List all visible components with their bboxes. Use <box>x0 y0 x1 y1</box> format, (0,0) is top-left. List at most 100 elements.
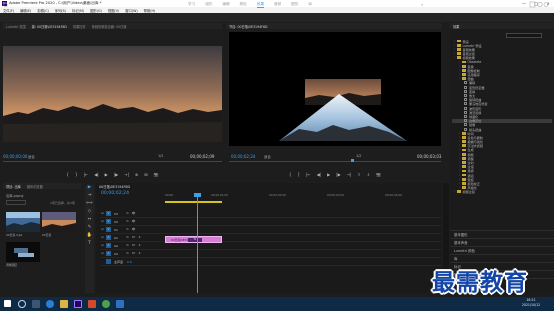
timeline-sequence-tab[interactable]: 00日落\0E3194F6D <box>99 184 130 189</box>
razor-tool[interactable]: ◇ <box>85 209 94 217</box>
project-item-thumbnail[interactable] <box>6 242 40 262</box>
workspace-tab[interactable]: 库 <box>308 2 312 7</box>
menu-window[interactable]: 窗口(W) <box>125 8 137 13</box>
source-timecode[interactable]: 00;00;00;00 <box>3 154 27 159</box>
type-tool[interactable]: T <box>85 241 94 249</box>
workspace-tab-active[interactable]: 效果 <box>256 2 264 8</box>
program-fit-select[interactable]: 适合 <box>264 154 271 159</box>
track-lock-icon[interactable]: ⊡ <box>100 219 105 224</box>
section-libraries[interactable]: 库 <box>450 254 554 262</box>
timeline-timecode[interactable]: 00;00;02;24 <box>101 191 129 196</box>
task-view-icon[interactable] <box>32 300 40 308</box>
project-item-thumbnail[interactable] <box>6 212 40 232</box>
workspace-tab[interactable]: 图形 <box>291 2 298 7</box>
hand-tool[interactable]: ✋ <box>85 233 94 241</box>
track-sync-icon[interactable]: ⇋ <box>125 251 130 256</box>
effects-folder[interactable]: › 视频过渡 <box>452 190 552 194</box>
mark-in-button[interactable]: { <box>289 172 292 177</box>
workspace-tab[interactable]: 学习 <box>188 2 195 7</box>
edge-browser-icon[interactable] <box>46 300 54 308</box>
timeline-playhead[interactable] <box>197 193 198 293</box>
track-target-toggle[interactable]: A <box>106 251 111 256</box>
overwrite-button[interactable]: ⊞ <box>144 172 147 177</box>
workspace-tab[interactable]: 组件 <box>205 2 212 7</box>
section-essential-sound[interactable]: 基本声音 <box>450 238 554 246</box>
track-lock-icon[interactable] <box>100 259 105 264</box>
step-back-button[interactable]: ◀| <box>317 172 321 177</box>
mark-out-button[interactable]: } <box>297 172 300 177</box>
timeline-track[interactable]: 主声道 0.0 <box>100 258 441 266</box>
lift-button[interactable]: ⇪ <box>357 172 360 177</box>
taskbar-clock[interactable]: 16:21 2021/10/12 <box>516 298 546 308</box>
project-item-thumbnail[interactable] <box>42 212 76 232</box>
workspace-tab[interactable]: 编辑 <box>222 2 229 7</box>
go-to-out-button[interactable]: →| <box>347 172 352 177</box>
menu-help[interactable]: 帮助(H) <box>144 8 156 13</box>
timeline-track[interactable]: ⊡ A A2 ⇋ M S <box>100 242 441 250</box>
premiere-pro-icon[interactable] <box>74 300 82 308</box>
track-target-toggle[interactable]: V <box>106 219 111 224</box>
app-icon[interactable] <box>116 300 124 308</box>
source-resolution-select[interactable]: 1/2 <box>158 154 163 158</box>
program-playhead-marker[interactable] <box>351 159 354 162</box>
section-essential-graphics[interactable]: 基本图形 <box>450 230 554 238</box>
track-solo-button[interactable]: S <box>137 243 142 248</box>
menu-graphics[interactable]: 图形(G) <box>90 8 102 13</box>
track-target-toggle[interactable]: A <box>106 235 111 240</box>
program-video-frame[interactable] <box>229 32 441 146</box>
track-lock-icon[interactable]: ⊡ <box>100 243 105 248</box>
track-mute-button[interactable]: M <box>131 235 136 240</box>
go-to-in-button[interactable]: |← <box>84 172 89 177</box>
step-forward-button[interactable]: |▶ <box>114 172 118 177</box>
step-back-button[interactable]: ◀| <box>94 172 98 177</box>
menu-view[interactable]: 视图(V) <box>108 8 119 13</box>
track-eye-icon[interactable]: 👁 <box>131 211 136 216</box>
track-sync-icon[interactable]: ⇋ <box>125 227 130 232</box>
menu-sequence[interactable]: 序列(S) <box>55 8 66 13</box>
windows-start-icon[interactable] <box>4 300 11 307</box>
tab-media-browser[interactable]: 媒体浏览器 <box>27 184 43 189</box>
tab-source[interactable]: 源: 00日落\0E3194F6D <box>32 24 67 29</box>
app-icon[interactable] <box>102 300 110 308</box>
file-explorer-icon[interactable] <box>60 300 68 308</box>
track-lock-icon[interactable]: ⊡ <box>100 227 105 232</box>
source-fit-select[interactable]: 适合 <box>28 154 35 159</box>
tab-audio-clip-mixer[interactable]: 音频剪辑混合器: 00日落 <box>92 24 127 29</box>
project-item[interactable]: 00日落 <box>42 212 76 237</box>
track-target-toggle[interactable]: V <box>106 211 111 216</box>
play-button[interactable]: ▶ <box>327 172 330 177</box>
play-button[interactable]: ▶ <box>105 172 108 177</box>
pen-tool[interactable]: ✎ <box>85 225 94 233</box>
program-time-ruler[interactable] <box>229 159 441 165</box>
master-volume-value[interactable]: 0.0 <box>127 260 136 264</box>
tab-program[interactable]: 节目: 00日落\0E3194F6D <box>229 24 267 29</box>
search-icon[interactable] <box>18 300 26 308</box>
tab-effect-controls[interactable]: 效果控件 <box>73 24 86 29</box>
timeline-track[interactable]: ⊡ A A3 ⇋ M S <box>100 250 441 258</box>
home-icon[interactable] <box>3 2 8 7</box>
go-to-in-button[interactable]: |← <box>306 172 311 177</box>
step-forward-button[interactable]: |▶ <box>336 172 340 177</box>
track-eye-icon[interactable]: 👁 <box>131 227 136 232</box>
workspace-tab[interactable]: 颜色 <box>240 2 247 7</box>
export-frame-button[interactable]: 📷 <box>154 172 159 177</box>
go-to-out-button[interactable]: →| <box>124 172 129 177</box>
effects-search-input[interactable] <box>506 33 542 38</box>
program-timecode[interactable]: 00;00;02;24 <box>231 154 255 159</box>
track-mute-button[interactable]: M <box>131 243 136 248</box>
timeline-track[interactable]: ⊡ V V1 ⇋ 👁 <box>100 226 441 234</box>
section-lumetri-color[interactable]: Lumetri 颜色 <box>450 246 554 254</box>
selection-tool[interactable]: ▶ <box>85 185 94 193</box>
track-lock-icon[interactable]: ⊡ <box>100 211 105 216</box>
app-icon[interactable] <box>88 300 96 308</box>
timeline-track[interactable]: ⊡ A A1 ⇋ M S <box>100 234 441 242</box>
menu-marker[interactable]: 标记(M) <box>72 8 84 13</box>
track-sync-icon[interactable]: ⇋ <box>125 211 130 216</box>
track-target-toggle[interactable]: V <box>106 227 111 232</box>
work-area-bar[interactable] <box>165 201 222 203</box>
effects-panel-title[interactable]: 效果 <box>453 24 459 29</box>
project-item[interactable]: 调整图层 <box>6 242 40 267</box>
program-resolution-select[interactable]: 1/2 <box>356 154 361 158</box>
track-target-toggle[interactable] <box>106 259 111 264</box>
track-solo-button[interactable]: S <box>137 235 142 240</box>
